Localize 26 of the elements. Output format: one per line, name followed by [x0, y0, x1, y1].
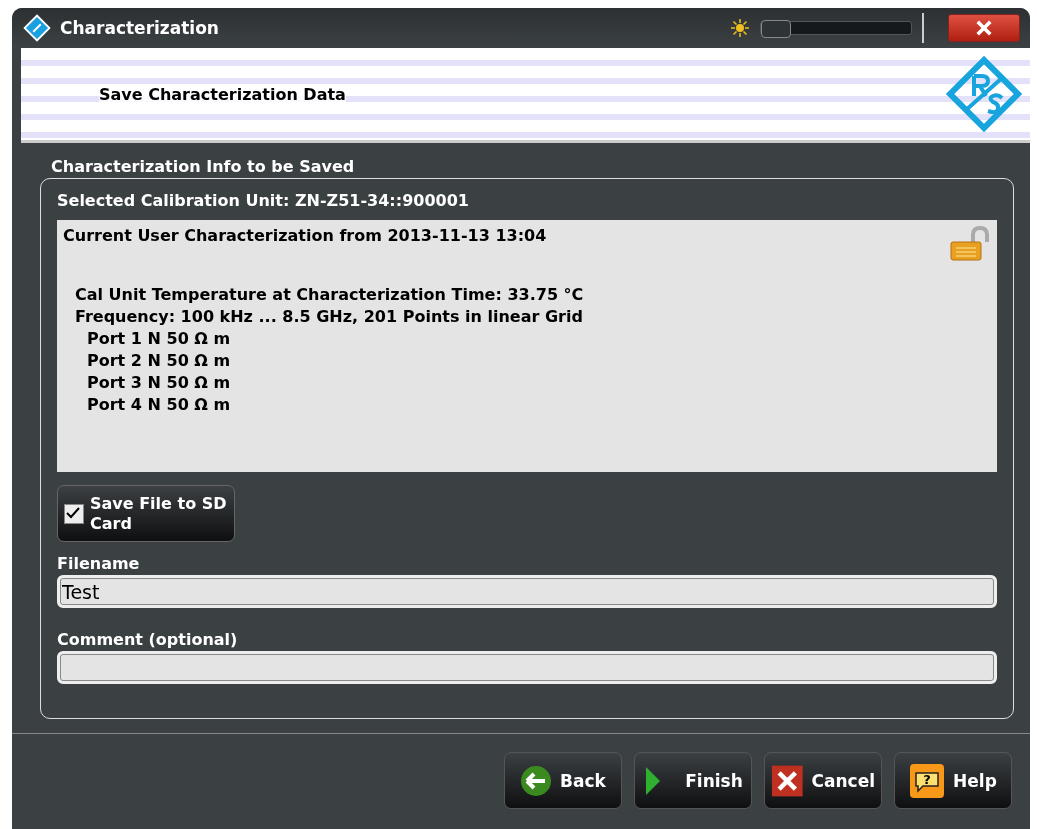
sun-icon — [730, 18, 750, 38]
info-line: Port 4 N 50 Ω m — [86, 394, 232, 416]
slider-thumb[interactable] — [761, 20, 791, 38]
section-title: Characterization Info to be Saved — [51, 157, 356, 176]
diamond-logo-icon — [944, 54, 1024, 134]
selected-unit-text: Selected Calibration Unit: ZN-Z51-34::900001 — [57, 191, 470, 210]
info-title: Current User Characterization from 2013-11-13 13:04 — [63, 226, 547, 247]
input-field[interactable]: Test — [57, 575, 997, 608]
info-line: Cal Unit Temperature at Characterization Time: 33.75 °C — [74, 284, 585, 306]
back-button[interactable]: Back — [504, 752, 622, 809]
info-line: Port 2 N 50 Ω m — [86, 350, 232, 372]
field-label: Comment (optional) — [57, 630, 239, 649]
input-field[interactable] — [57, 651, 997, 684]
help-icon: ? — [909, 762, 946, 799]
finish-button[interactable]: Finish — [634, 752, 752, 809]
brightness-slider[interactable] — [760, 21, 912, 35]
close-button[interactable] — [948, 14, 1020, 42]
field-label: Filename — [57, 554, 141, 573]
info-line: Port 3 N 50 Ω m — [86, 372, 232, 394]
help-button[interactable]: ? Help — [894, 752, 1012, 809]
save-to-sd-toggle[interactable]: Save File to SD Card — [57, 485, 235, 542]
cancel-button[interactable]: Cancel — [764, 752, 882, 809]
checkbox[interactable] — [64, 503, 84, 524]
info-line: Port 1 N 50 Ω m — [86, 328, 232, 350]
info-line: Frequency: 100 kHz ... 8.5 GHz, 201 Points in linear Grid — [74, 306, 584, 328]
window-title: Characterization — [60, 18, 219, 38]
